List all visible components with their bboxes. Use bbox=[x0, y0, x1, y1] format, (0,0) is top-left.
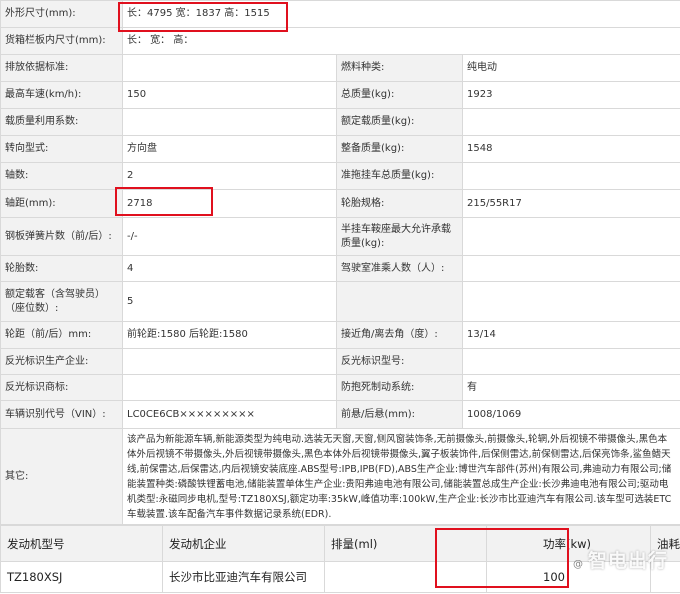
spec-value: 2 bbox=[122, 162, 337, 190]
spec-value bbox=[461, 255, 680, 282]
spec-row: 轴数: 2 准拖挂车总质量(kg): bbox=[0, 162, 680, 190]
spec-label: 轴数: bbox=[0, 162, 123, 190]
spec-row: 反光标识商标: 防抱死制动系统: 有 bbox=[0, 374, 680, 401]
spec-label: 准拖挂车总质量(kg): bbox=[336, 162, 463, 190]
spec-label: 转向型式: bbox=[0, 135, 123, 163]
spec-label: 反光标识型号: bbox=[336, 348, 463, 375]
spec-value: 1008/1069 bbox=[461, 400, 680, 429]
watermark-text: 智电出行 bbox=[587, 550, 668, 572]
spec-label: 反光标识商标: bbox=[0, 374, 123, 401]
spec-label: 车辆识别代号（VIN）: bbox=[0, 400, 123, 429]
spec-row: 轴距(mm): 2718 轮胎规格: 215/55R17 bbox=[0, 189, 680, 218]
spec-value: 13/14 bbox=[461, 321, 680, 349]
spec-row: 排放依据标准: 燃料种类: 纯电动 bbox=[0, 54, 680, 82]
spec-row: 最高车速(km/h): 150 总质量(kg): 1923 bbox=[0, 81, 680, 109]
spec-row-other: 其它: 该产品为新能源车辆,新能源类型为纯电动.选装无天窗,天窗,侧风窗装饰条,… bbox=[0, 428, 680, 525]
spec-label: 载质量利用系数: bbox=[0, 108, 123, 136]
spec-value: -/- bbox=[122, 217, 337, 256]
spec-label: 钢板弹簧片数（前/后）: bbox=[0, 217, 123, 256]
spec-label: 额定载客（含驾驶员）（座位数）: bbox=[0, 281, 123, 322]
spec-row: 反光标识生产企业: 反光标识型号: bbox=[0, 348, 680, 375]
engine-maker: 长沙市比亚迪汽车有限公司 bbox=[162, 561, 325, 593]
spec-row: 钢板弹簧片数（前/后）: -/- 半挂车鞍座最大允许承载质量(kg): bbox=[0, 217, 680, 256]
spec-value: 长：4795 宽：1837 高：1515 bbox=[121, 0, 680, 28]
spec-value: LC0CE6CB××××××××× bbox=[122, 400, 337, 429]
spec-label: 反光标识生产企业: bbox=[0, 348, 123, 375]
spec-value: 1548 bbox=[461, 135, 680, 163]
other-description: 该产品为新能源车辆,新能源类型为纯电动.选装无天窗,天窗,侧风窗装饰条,无前摄像… bbox=[121, 428, 680, 525]
spec-label: 轴距(mm): bbox=[0, 189, 123, 218]
spec-label: 货箱栏板内尺寸(mm): bbox=[0, 27, 123, 55]
spec-label: 燃料种类: bbox=[336, 54, 463, 82]
spec-value: 长： 宽： 高： bbox=[121, 27, 680, 55]
spec-value bbox=[461, 281, 680, 322]
spec-value bbox=[461, 108, 680, 136]
spec-value: 150 bbox=[122, 81, 337, 109]
spec-value: 5 bbox=[122, 281, 337, 322]
engine-model: TZ180XSJ bbox=[0, 561, 163, 593]
spec-row: 轮胎数: 4 驾驶室准乘人数（人）: bbox=[0, 255, 680, 282]
spec-value bbox=[122, 348, 337, 375]
engine-displacement bbox=[324, 561, 487, 593]
spec-label: 轮距（前/后）mm: bbox=[0, 321, 123, 349]
spec-value bbox=[122, 108, 337, 136]
engine-header-maker: 发动机企业 bbox=[162, 525, 325, 562]
spec-value bbox=[122, 54, 337, 82]
spec-row: 转向型式: 方向盘 整备质量(kg): 1548 bbox=[0, 135, 680, 163]
spec-value: 4 bbox=[122, 255, 337, 282]
spec-row: 外形尺寸(mm): 长：4795 宽：1837 高：1515 bbox=[0, 0, 680, 28]
spec-label: 额定载质量(kg): bbox=[336, 108, 463, 136]
spec-label: 轮胎规格: bbox=[336, 189, 463, 218]
spec-label bbox=[336, 281, 463, 322]
spec-value bbox=[122, 374, 337, 401]
spec-label: 排放依据标准: bbox=[0, 54, 123, 82]
spec-row: 轮距（前/后）mm: 前轮距:1580 后轮距:1580 接近角/离去角（度）:… bbox=[0, 321, 680, 349]
watermark-prefix: @ bbox=[572, 559, 584, 570]
spec-value bbox=[461, 217, 680, 256]
vehicle-spec-table: 外形尺寸(mm): 长：4795 宽：1837 高：1515 货箱栏板内尺寸(m… bbox=[0, 0, 680, 525]
spec-value: 2718 bbox=[122, 189, 337, 218]
spec-label: 最高车速(km/h): bbox=[0, 81, 123, 109]
spec-value bbox=[461, 162, 680, 190]
spec-label: 前悬/后悬(mm): bbox=[336, 400, 463, 429]
spec-label: 总质量(kg): bbox=[336, 81, 463, 109]
spec-value bbox=[461, 348, 680, 375]
spec-row: 载质量利用系数: 额定载质量(kg): bbox=[0, 108, 680, 136]
engine-header-model: 发动机型号 bbox=[0, 525, 163, 562]
spec-label: 整备质量(kg): bbox=[336, 135, 463, 163]
spec-label: 轮胎数: bbox=[0, 255, 123, 282]
spec-label: 外形尺寸(mm): bbox=[0, 0, 123, 28]
spec-label: 半挂车鞍座最大允许承载质量(kg): bbox=[336, 217, 463, 256]
spec-row: 额定载客（含驾驶员）（座位数）: 5 bbox=[0, 281, 680, 322]
spec-label: 防抱死制动系统: bbox=[336, 374, 463, 401]
spec-value: 215/55R17 bbox=[461, 189, 680, 218]
spec-value: 方向盘 bbox=[122, 135, 337, 163]
spec-row: 货箱栏板内尺寸(mm): 长： 宽： 高： bbox=[0, 27, 680, 55]
watermark: @ 智电出行 bbox=[573, 546, 668, 573]
other-label: 其它: bbox=[0, 428, 123, 525]
spec-value: 纯电动 bbox=[461, 54, 680, 82]
spec-value: 有 bbox=[461, 374, 680, 401]
spec-row: 车辆识别代号（VIN）: LC0CE6CB××××××××× 前悬/后悬(mm)… bbox=[0, 400, 680, 429]
spec-value: 1923 bbox=[461, 81, 680, 109]
spec-value: 前轮距:1580 后轮距:1580 bbox=[122, 321, 337, 349]
spec-label: 驾驶室准乘人数（人）: bbox=[336, 255, 463, 282]
engine-header-displacement: 排量(ml) bbox=[324, 525, 487, 562]
spec-label: 接近角/离去角（度）: bbox=[336, 321, 463, 349]
